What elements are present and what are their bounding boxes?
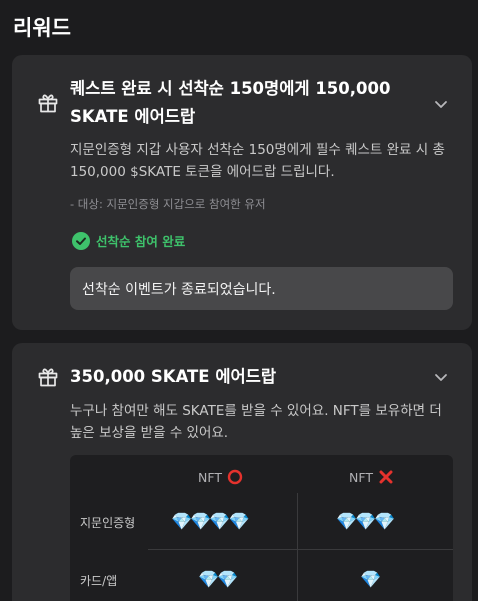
reward-table: NFT NFT 지문인증형 💎💎💎💎 💎💎💎 카드/앱 💎💎 💎 [70, 455, 453, 601]
event-ended-notice: 선착순 이벤트가 종료되었습니다. [70, 267, 453, 310]
column-header-without-nft: NFT [349, 469, 394, 485]
circle-o-icon [227, 469, 243, 485]
gift-icon [38, 368, 58, 387]
reward-card-first-come[interactable]: 퀘스트 완료 시 선착순 150명에게 150,000 SKATE 에어드랍 지… [12, 55, 472, 330]
check-circle-icon [72, 231, 90, 250]
reward-gems-fingerprint-without-nft: 💎💎💎 [336, 512, 395, 532]
cross-x-icon [379, 470, 393, 484]
column-header-label: NFT [198, 469, 222, 485]
reward-gems-card-with-nft: 💎💎 [198, 570, 238, 590]
reward-gems-fingerprint-with-nft: 💎💎💎💎 [171, 512, 250, 532]
participation-status: 선착순 참여 완료 [72, 231, 185, 250]
card-title: 퀘스트 완료 시 선착순 150명에게 150,000 SKATE 에어드랍 [70, 79, 391, 126]
card-description: 누구나 참여만 해도 SKATE를 받을 수 있어요. NFT를 보유하면 더 … [70, 403, 442, 441]
card-title: 350,000 SKATE 에어드랍 [70, 367, 277, 386]
row-divider [148, 549, 453, 550]
reward-gems-card-without-nft: 💎 [360, 570, 381, 590]
row-label-fingerprint-wallet: 지문인증형 [80, 516, 136, 530]
gift-icon [38, 94, 58, 113]
column-header-with-nft: NFT [198, 469, 243, 485]
eligibility-note: - 대상: 지문인증형 지갑으로 참여한 유저 [70, 197, 266, 211]
card-description: 지문인증형 지갑 사용자 선착순 150명에게 필수 퀘스트 완료 시 총 15… [70, 142, 445, 180]
row-label-card-app: 카드/앱 [80, 574, 118, 588]
reward-card-airdrop[interactable]: 350,000 SKATE 에어드랍 누구나 참여만 해도 SKATE를 받을 … [12, 343, 472, 601]
column-header-label: NFT [349, 469, 373, 485]
status-label: 선착순 참여 완료 [96, 234, 186, 249]
column-divider [297, 493, 298, 601]
chevron-down-icon[interactable] [432, 95, 450, 113]
page-title: 리워드 [13, 16, 71, 40]
chevron-down-icon[interactable] [432, 368, 450, 386]
